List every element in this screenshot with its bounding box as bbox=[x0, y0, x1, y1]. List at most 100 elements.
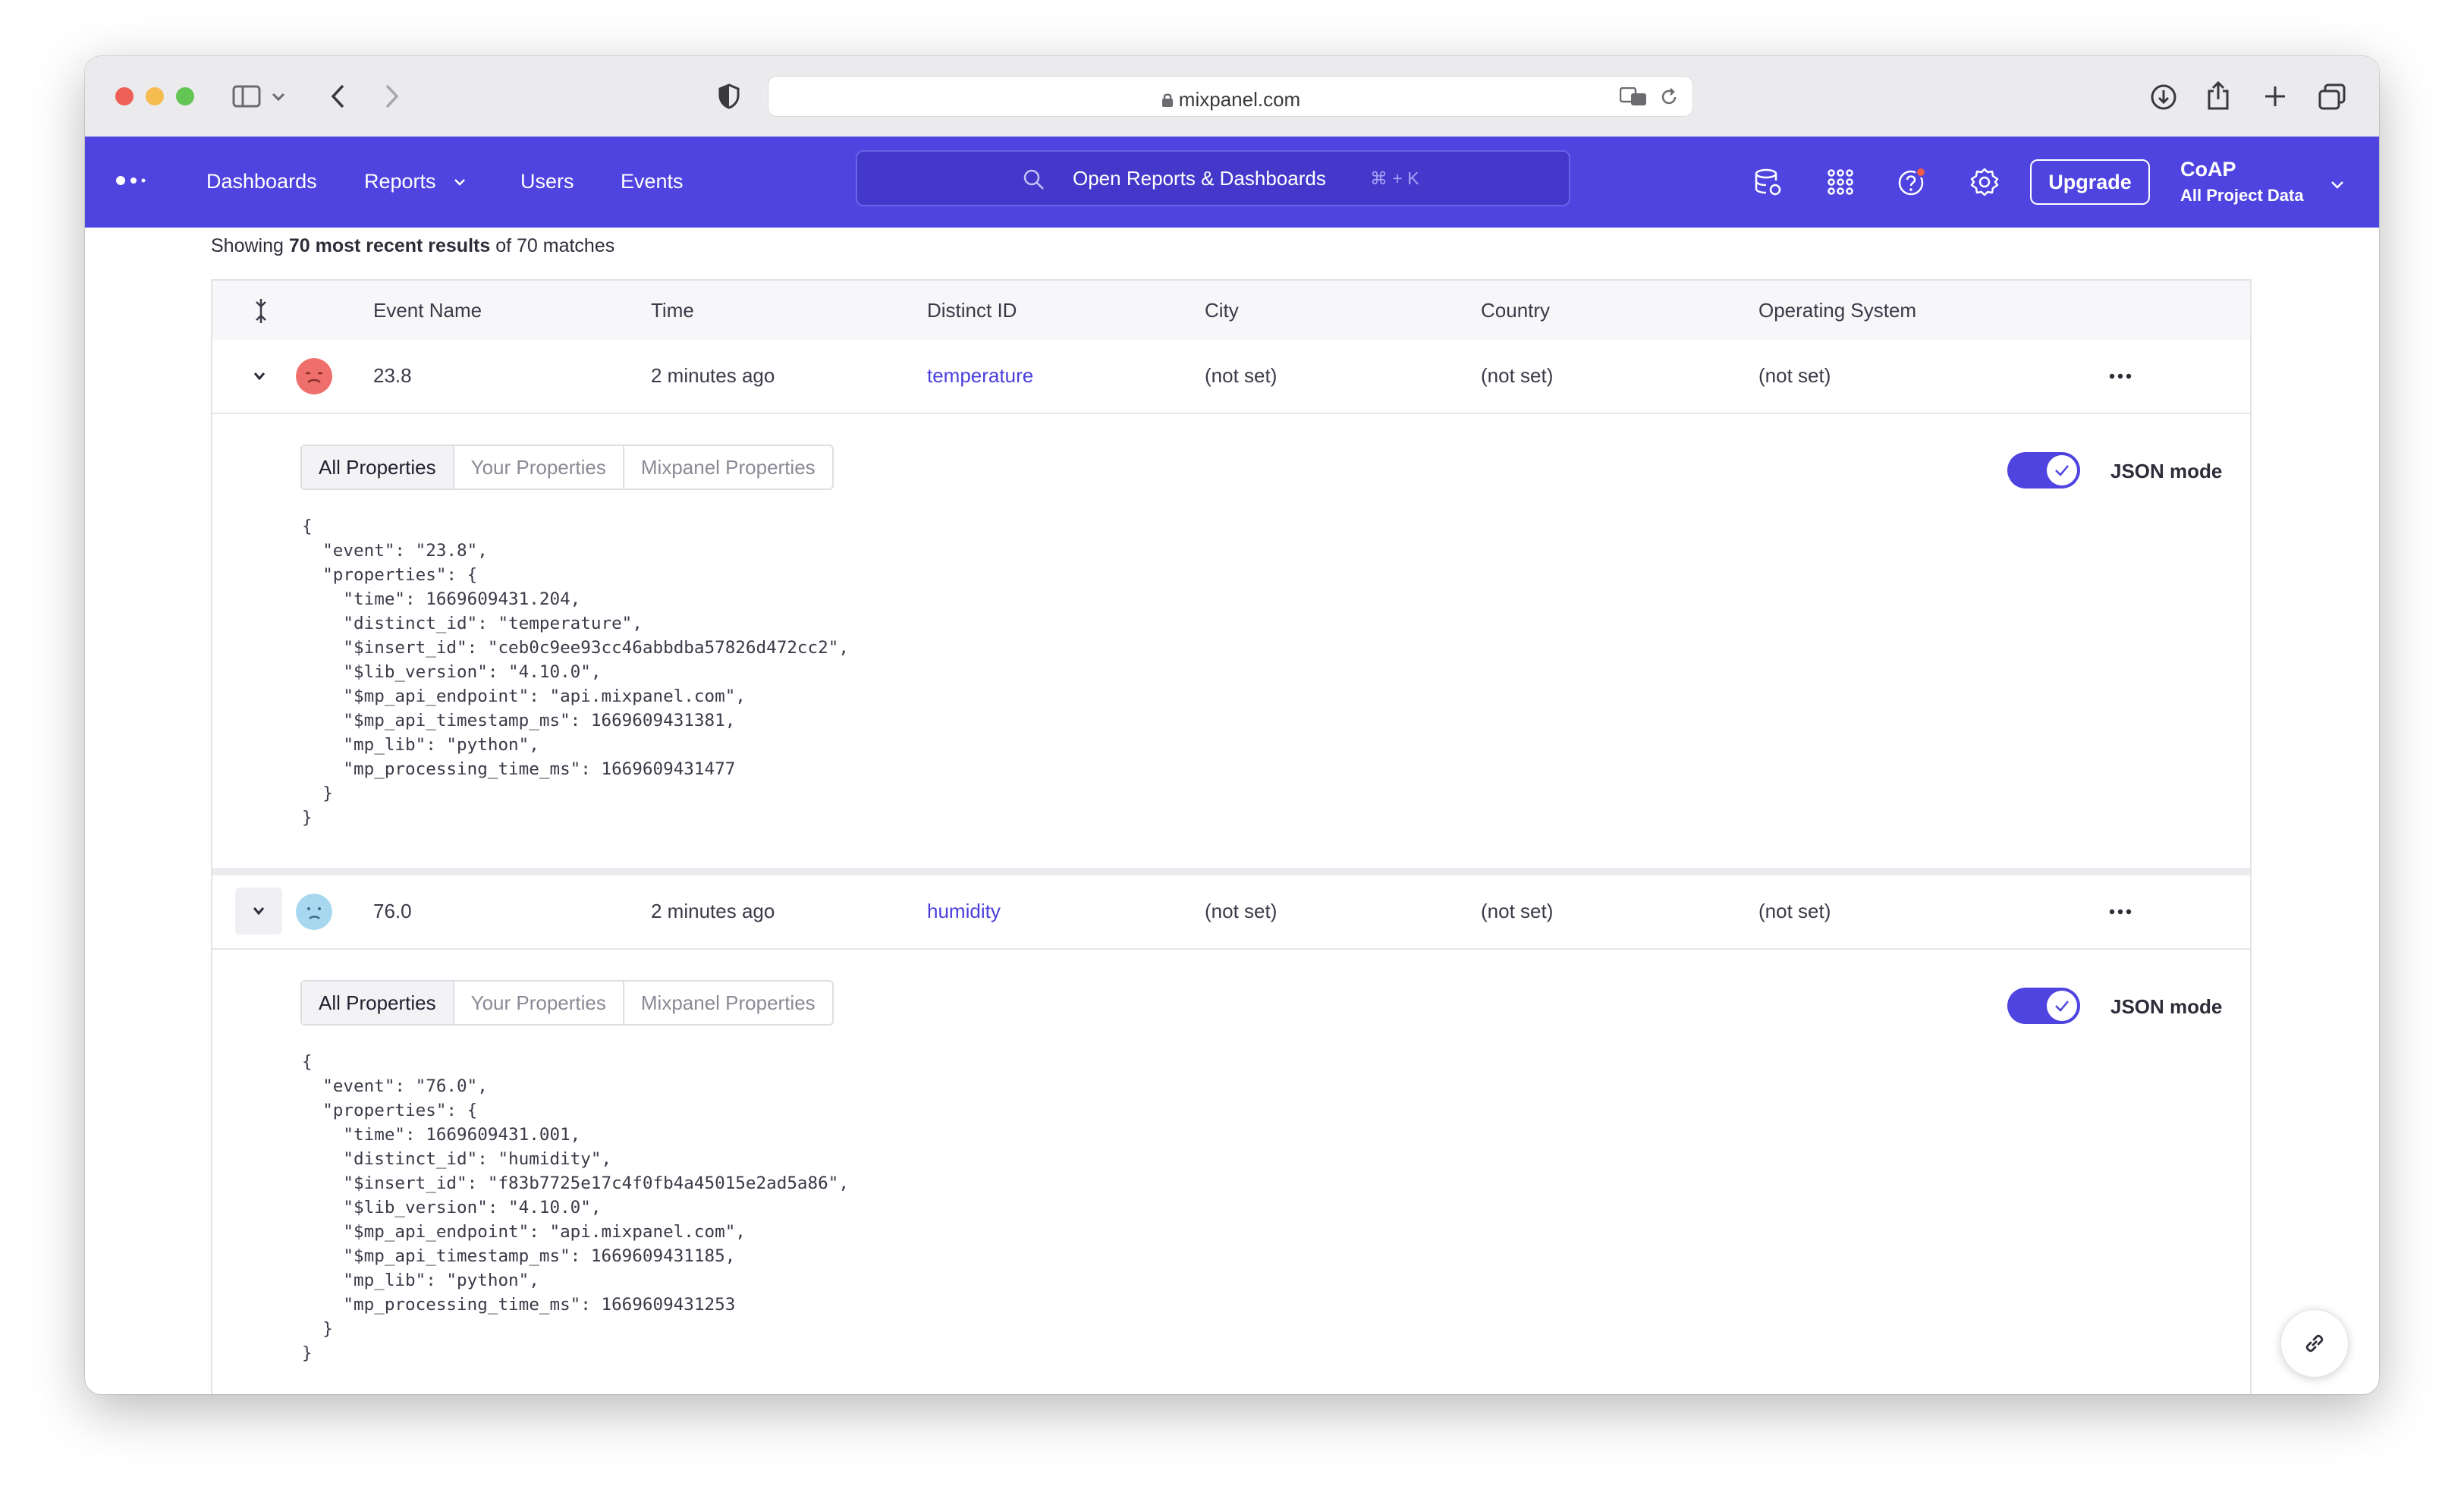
avatar bbox=[296, 358, 332, 394]
column-country[interactable]: Country bbox=[1481, 299, 1550, 322]
avatar bbox=[296, 894, 332, 930]
new-tab-icon[interactable] bbox=[2264, 85, 2286, 108]
event-name: 76.0 bbox=[373, 900, 412, 922]
project-scope: All Project Data bbox=[2180, 186, 2304, 205]
zoom-window-button[interactable] bbox=[176, 87, 194, 105]
event-os: (not set) bbox=[1758, 364, 1831, 387]
nav-events[interactable]: Events bbox=[621, 170, 684, 193]
chevron-down-icon bbox=[253, 907, 265, 916]
project-selector[interactable]: CoAP All Project Data bbox=[2180, 158, 2304, 206]
chevron-down-icon[interactable] bbox=[2330, 181, 2344, 190]
browser-window: mixpanel.com Dashboards Reports Users Ev… bbox=[85, 56, 2379, 1394]
share-icon[interactable] bbox=[2206, 80, 2230, 111]
upgrade-button[interactable]: Upgrade bbox=[2030, 159, 2150, 205]
table-row[interactable]: 23.8 2 minutes ago temperature (not set)… bbox=[212, 340, 2250, 414]
event-time: 2 minutes ago bbox=[651, 364, 775, 387]
chevron-down-icon bbox=[454, 179, 465, 186]
event-os: (not set) bbox=[1758, 900, 1831, 922]
events-table: Event Name Time Distinct ID City Country… bbox=[211, 279, 2252, 1394]
nav-dashboards[interactable]: Dashboards bbox=[206, 170, 317, 193]
tab-overview-icon[interactable] bbox=[2318, 83, 2346, 111]
column-event-name[interactable]: Event Name bbox=[373, 299, 482, 322]
tab-all-properties[interactable]: All Properties bbox=[302, 446, 454, 489]
tab-mixpanel-properties[interactable]: Mixpanel Properties bbox=[624, 982, 832, 1024]
top-navigation: Dashboards Reports Users Events Open Rep… bbox=[85, 137, 2379, 228]
minimize-window-button[interactable] bbox=[146, 87, 164, 105]
distinct-id-link[interactable]: temperature bbox=[927, 364, 1033, 388]
back-icon[interactable] bbox=[329, 83, 346, 109]
more-options-icon[interactable] bbox=[2109, 909, 2132, 915]
nav-reports[interactable]: Reports bbox=[364, 170, 466, 193]
browser-toolbar: mixpanel.com bbox=[85, 56, 2379, 137]
event-properties-panel: All Properties Your Properties Mixpanel … bbox=[212, 950, 2250, 1394]
check-icon bbox=[2055, 465, 2069, 476]
tab-mixpanel-properties[interactable]: Mixpanel Properties bbox=[624, 446, 832, 489]
tab-your-properties[interactable]: Your Properties bbox=[454, 446, 624, 489]
event-time: 2 minutes ago bbox=[651, 900, 775, 922]
column-time[interactable]: Time bbox=[651, 299, 694, 322]
nav-users[interactable]: Users bbox=[520, 170, 574, 193]
results-prefix: Showing bbox=[211, 235, 289, 256]
collapse-all-icon[interactable] bbox=[252, 297, 270, 325]
property-tabs: All Properties Your Properties Mixpanel … bbox=[300, 445, 834, 490]
apps-grid-icon[interactable] bbox=[1825, 167, 1856, 197]
url-text: mixpanel.com bbox=[768, 88, 1692, 112]
chevron-down-icon[interactable] bbox=[272, 93, 285, 102]
data-management-icon[interactable] bbox=[1752, 167, 1783, 197]
tab-all-properties[interactable]: All Properties bbox=[302, 982, 454, 1024]
tab-your-properties[interactable]: Your Properties bbox=[454, 982, 624, 1024]
results-count: 70 most recent results bbox=[288, 235, 491, 256]
help-icon[interactable] bbox=[1897, 167, 1927, 197]
search-shortcut: ⌘ + K bbox=[1370, 168, 1419, 188]
distinct-id-link[interactable]: humidity bbox=[927, 900, 1001, 923]
close-window-button[interactable] bbox=[115, 87, 134, 105]
results-suffix: of 70 matches bbox=[490, 235, 615, 256]
nav-reports-label: Reports bbox=[364, 170, 436, 193]
results-summary: Showing 70 most recent results of 70 mat… bbox=[211, 235, 614, 257]
mixpanel-logo-icon[interactable] bbox=[115, 174, 149, 187]
column-operating-system[interactable]: Operating System bbox=[1758, 299, 1916, 322]
more-options-icon[interactable] bbox=[2109, 373, 2132, 379]
url-label: mixpanel.com bbox=[1178, 88, 1301, 111]
table-header: Event Name Time Distinct ID City Country… bbox=[212, 281, 2250, 341]
settings-gear-icon[interactable] bbox=[1969, 167, 2000, 197]
json-mode-toggle[interactable] bbox=[2007, 452, 2080, 489]
json-mode-label: JSON mode bbox=[2110, 460, 2223, 482]
event-city: (not set) bbox=[1205, 364, 1278, 387]
event-json: { "event": "76.0", "properties": { "time… bbox=[302, 1052, 849, 1363]
event-name: 23.8 bbox=[373, 364, 412, 387]
project-name: CoAP bbox=[2180, 158, 2236, 181]
search-icon bbox=[1023, 169, 1044, 190]
table-row[interactable]: 76.0 2 minutes ago humidity (not set) (n… bbox=[212, 875, 2250, 950]
sidebar-toggle-icon[interactable] bbox=[232, 85, 262, 108]
address-bar[interactable]: mixpanel.com bbox=[768, 76, 1693, 117]
toggle-knob bbox=[2047, 455, 2077, 485]
check-icon bbox=[2055, 1001, 2069, 1012]
privacy-shield-icon[interactable] bbox=[718, 83, 740, 109]
events-feed: Showing 70 most recent results of 70 mat… bbox=[85, 228, 2379, 1394]
column-city[interactable]: City bbox=[1205, 299, 1239, 322]
downloads-icon[interactable] bbox=[2150, 83, 2177, 111]
search-bar[interactable]: Open Reports & Dashboards ⌘ + K bbox=[856, 150, 1570, 206]
link-icon bbox=[2305, 1334, 2324, 1352]
expand-row-button[interactable] bbox=[244, 361, 275, 391]
expand-row-button[interactable] bbox=[235, 888, 282, 935]
event-json: { "event": "23.8", "properties": { "time… bbox=[302, 517, 849, 828]
copy-link-button[interactable] bbox=[2280, 1309, 2349, 1378]
reload-icon[interactable] bbox=[1659, 87, 1679, 107]
row-divider bbox=[212, 868, 2250, 875]
event-country: (not set) bbox=[1481, 900, 1554, 922]
toggle-knob bbox=[2047, 991, 2077, 1021]
property-tabs: All Properties Your Properties Mixpanel … bbox=[300, 980, 834, 1026]
event-country: (not set) bbox=[1481, 364, 1554, 387]
lock-icon bbox=[1161, 93, 1173, 107]
search-label: Open Reports & Dashboards bbox=[1073, 167, 1326, 190]
json-mode-label: JSON mode bbox=[2110, 995, 2223, 1018]
event-properties-panel: All Properties Your Properties Mixpanel … bbox=[212, 414, 2250, 853]
forward-icon[interactable] bbox=[384, 83, 401, 109]
column-distinct-id[interactable]: Distinct ID bbox=[927, 299, 1017, 322]
chevron-down-icon bbox=[253, 372, 266, 381]
json-mode-toggle[interactable] bbox=[2007, 988, 2080, 1024]
event-city: (not set) bbox=[1205, 900, 1278, 922]
translate-icon[interactable] bbox=[1620, 87, 1648, 107]
